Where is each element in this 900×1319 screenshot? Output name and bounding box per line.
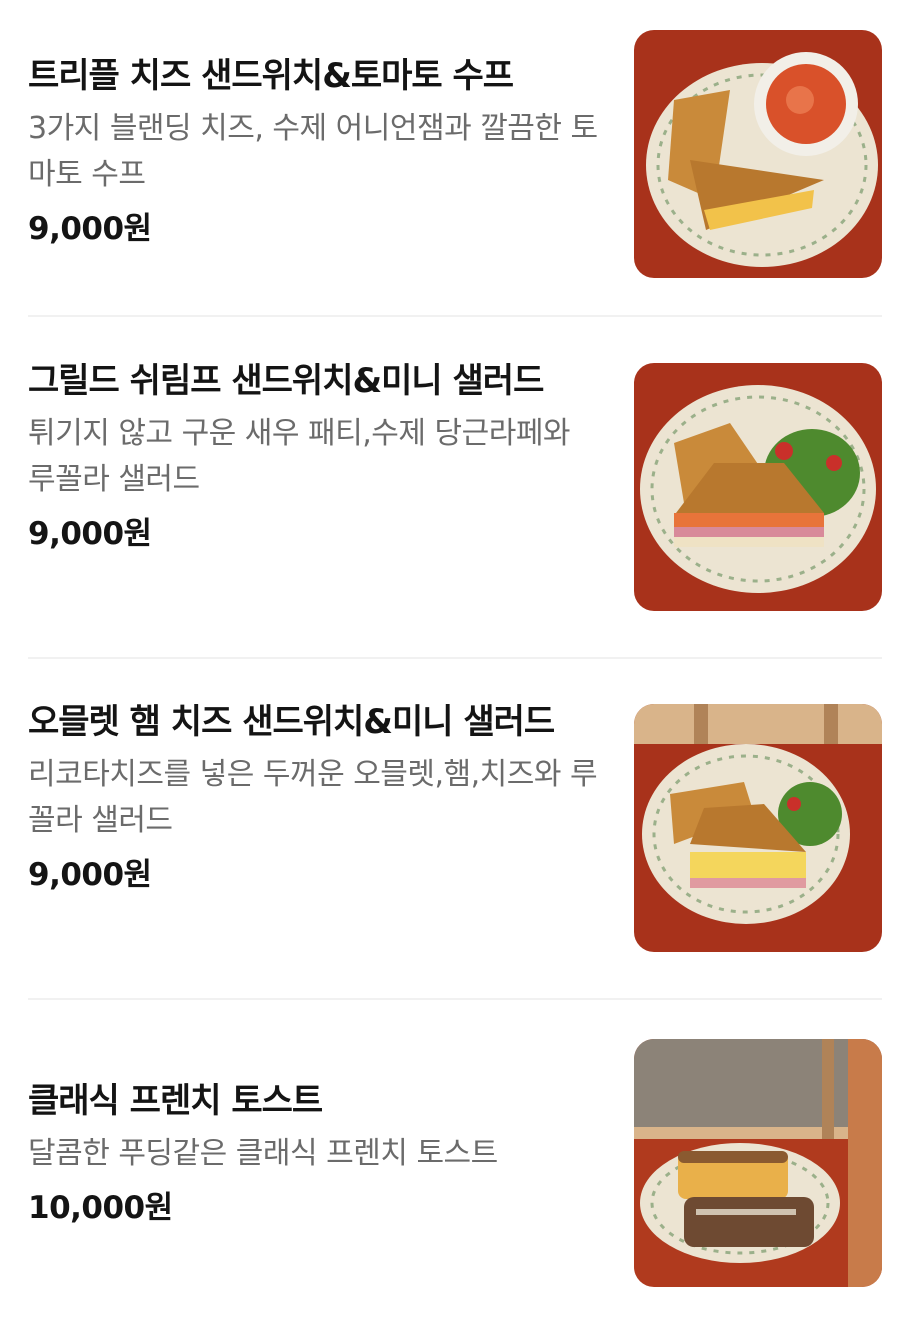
shrimp-sandwich-salad-photo: [634, 363, 882, 611]
omelette-ham-sandwich-photo: [634, 704, 882, 952]
menu-item-text: 오믈렛 햄 치즈 샌드위치&미니 샐러드 리코타치즈를 넣은 두꺼운 오믈렛,햄…: [28, 698, 603, 898]
menu-item-description: 리코타치즈를 넣은 두꺼운 오믈렛,햄,치즈와 루꼴라 샐러드: [28, 757, 598, 838]
menu-item-price: 9,000원: [28, 211, 152, 247]
menu-item-description: 달콤한 푸딩같은 클래식 프렌치 토스트: [28, 1136, 498, 1171]
menu-item-name: 그릴드 쉬림프 샌드위치&미니 샐러드: [28, 361, 544, 401]
menu-item[interactable]: 그릴드 쉬림프 샌드위치&미니 샐러드 튀기지 않고 구운 새우 패티,수제 당…: [28, 361, 882, 613]
divider: [28, 657, 882, 659]
menu-item-name: 클래식 프렌치 토스트: [28, 1081, 323, 1121]
divider: [28, 315, 882, 317]
sandwich-with-tomato-soup-photo: [634, 30, 882, 278]
menu-item[interactable]: 트리플 치즈 샌드위치&토마토 수프 3가지 블랜딩 치즈, 수제 어니언잼과 …: [28, 30, 882, 280]
menu-item-price: 10,000원: [28, 1190, 173, 1226]
menu-item-text: 트리플 치즈 샌드위치&토마토 수프 3가지 블랜딩 치즈, 수제 어니언잼과 …: [28, 52, 603, 252]
menu-item[interactable]: 클래식 프렌치 토스트 달콤한 푸딩같은 클래식 프렌치 토스트 10,000원: [28, 1039, 882, 1289]
menu-item-text: 그릴드 쉬림프 샌드위치&미니 샐러드 튀기지 않고 구운 새우 패티,수제 당…: [28, 357, 603, 557]
menu-item-price: 9,000원: [28, 857, 152, 893]
divider: [28, 998, 882, 1000]
french-toast-photo: [634, 1039, 882, 1287]
menu-item-price: 9,000원: [28, 516, 152, 552]
menu-item-description: 튀기지 않고 구운 새우 패티,수제 당근라페와 루꼴라 샐러드: [28, 416, 571, 497]
menu-item[interactable]: 오믈렛 햄 치즈 샌드위치&미니 샐러드 리코타치즈를 넣은 두꺼운 오믈렛,햄…: [28, 702, 882, 954]
menu-item-description: 3가지 블랜딩 치즈, 수제 어니언잼과 깔끔한 토마토 수프: [28, 111, 598, 192]
menu-item-name: 트리플 치즈 샌드위치&토마토 수프: [28, 56, 514, 96]
menu-item-text: 클래식 프렌치 토스트 달콤한 푸딩같은 클래식 프렌치 토스트 10,000원: [28, 1077, 603, 1231]
menu-item-name: 오믈렛 햄 치즈 샌드위치&미니 샐러드: [28, 702, 555, 742]
